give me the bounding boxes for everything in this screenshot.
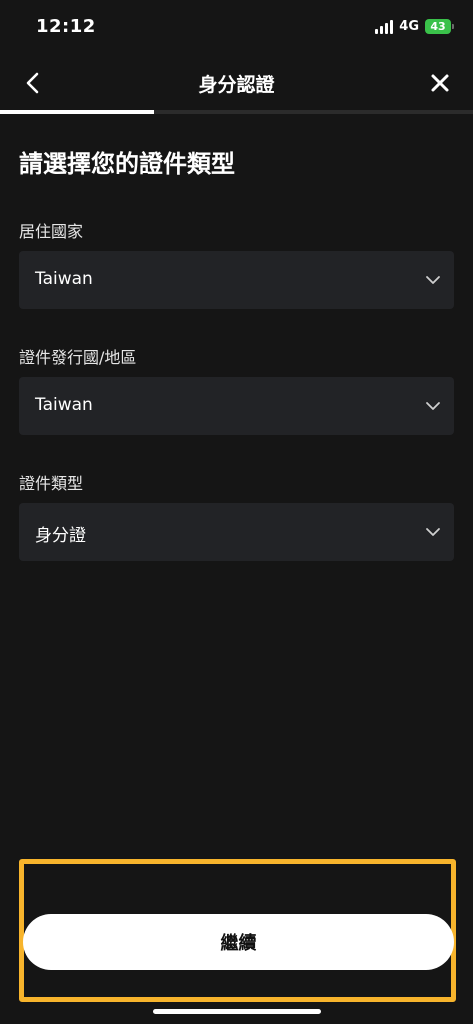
battery-icon: 43 <box>425 19 455 34</box>
residence-country-value: Taiwan <box>35 269 93 289</box>
chevron-down-icon <box>426 276 440 284</box>
continue-button[interactable]: 繼續 <box>23 914 454 970</box>
residence-country-label: 居住國家 <box>19 222 84 241</box>
header: 身分認證 <box>0 56 473 108</box>
status-time: 12:12 <box>36 16 96 37</box>
residence-country-select[interactable]: Taiwan <box>19 251 454 309</box>
status-indicators: 4G 43 <box>375 19 455 34</box>
issuing-country-value: Taiwan <box>35 395 93 415</box>
close-icon <box>431 74 449 92</box>
battery-level: 43 <box>425 19 451 34</box>
chevron-down-icon <box>426 528 440 536</box>
document-type-label: 證件類型 <box>19 474 84 493</box>
network-label: 4G <box>399 19 419 34</box>
progress-fill <box>0 110 154 114</box>
status-bar: 12:12 4G 43 <box>0 0 473 56</box>
issuing-country-label: 證件發行國/地區 <box>19 348 137 367</box>
close-button[interactable] <box>425 68 455 98</box>
home-indicator <box>153 1009 321 1014</box>
signal-icon <box>375 19 394 34</box>
page-title: 身分認證 <box>198 74 275 96</box>
issuing-country-select[interactable]: Taiwan <box>19 377 454 435</box>
progress-bar <box>0 110 473 114</box>
chevron-down-icon <box>426 402 440 410</box>
document-type-value: 身分證 <box>35 526 86 546</box>
document-type-select[interactable]: 身分證 <box>19 503 454 561</box>
form-heading: 請選擇您的證件類型 <box>19 150 235 178</box>
